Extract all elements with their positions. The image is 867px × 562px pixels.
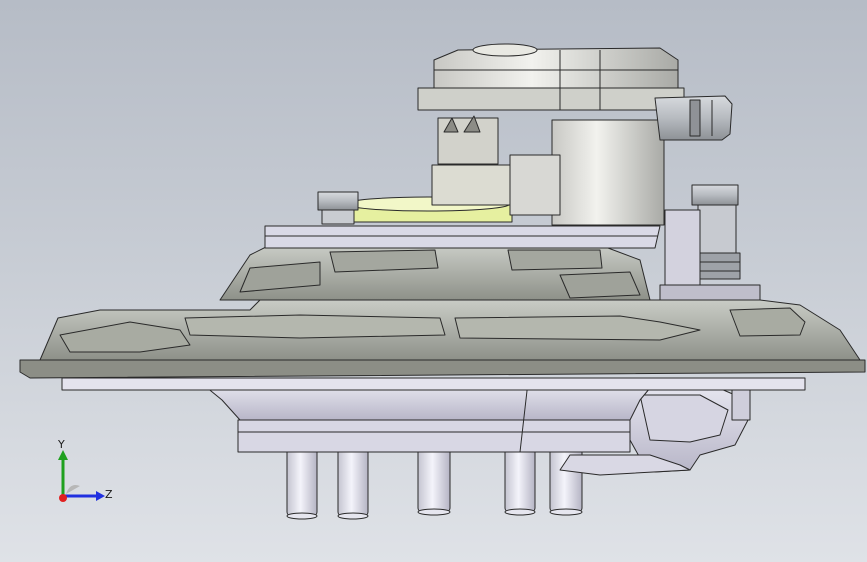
- mounting-plate: [264, 225, 661, 249]
- xy-plane-indicator: [66, 485, 80, 494]
- motor-cap: [417, 43, 685, 111]
- coordinate-triad: Y Z: [57, 438, 113, 502]
- left-bolt: [317, 191, 359, 225]
- cad-viewport[interactable]: Y Z: [0, 0, 867, 562]
- flange-plate: [39, 299, 861, 361]
- x-axis-dot: [59, 494, 67, 502]
- flange-rim: [19, 359, 866, 391]
- y-axis-arrowhead: [58, 450, 68, 460]
- y-axis-label: Y: [57, 438, 65, 451]
- z-axis-arrowhead: [96, 491, 105, 501]
- assembly-model[interactable]: [0, 0, 867, 562]
- z-axis-label: Z: [105, 488, 113, 501]
- dome-housing: [219, 244, 651, 301]
- right-bolt-assembly: [659, 184, 761, 301]
- lower-housing: [199, 381, 656, 453]
- electrical-connector: [654, 95, 733, 141]
